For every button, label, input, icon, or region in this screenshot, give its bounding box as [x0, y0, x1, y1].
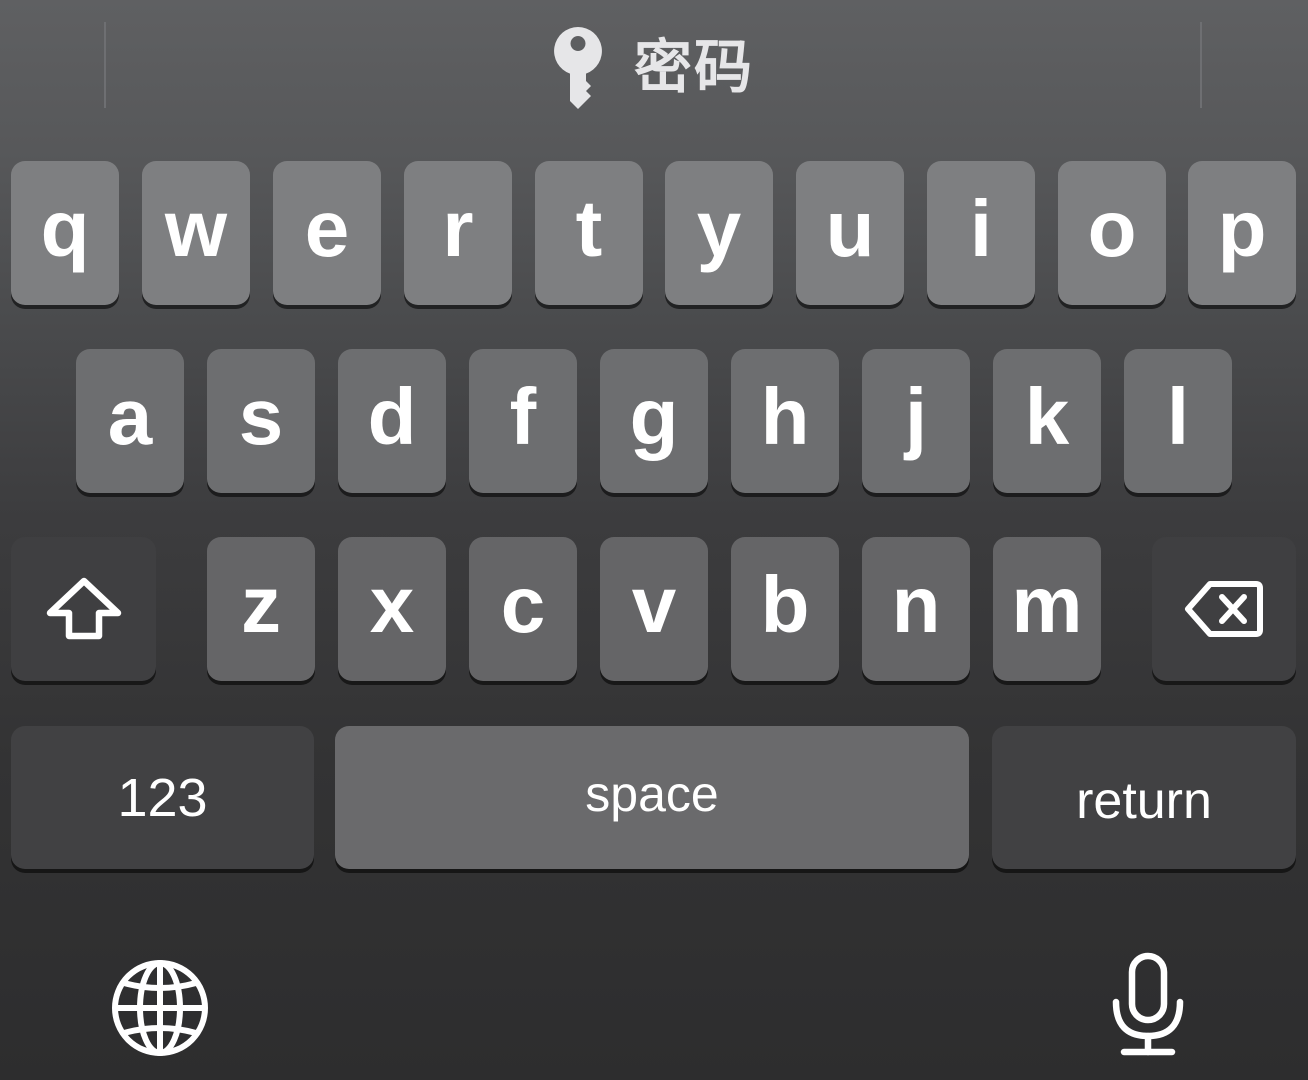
key-d[interactable]: d [338, 349, 446, 493]
microphone-icon[interactable] [1108, 952, 1188, 1058]
key-a[interactable]: a [76, 349, 184, 493]
keyboard: 密码 q w e r t y u i o p a s d f g h j k l… [0, 0, 1308, 1080]
key-l[interactable]: l [1124, 349, 1232, 493]
key-t[interactable]: t [535, 161, 643, 305]
key-s[interactable]: s [207, 349, 315, 493]
key-w[interactable]: w [142, 161, 250, 305]
key-c[interactable]: c [469, 537, 577, 681]
key-z[interactable]: z [207, 537, 315, 681]
key-r[interactable]: r [404, 161, 512, 305]
key-q[interactable]: q [11, 161, 119, 305]
suggestion-bar: 密码 [0, 0, 1308, 130]
key-j[interactable]: j [862, 349, 970, 493]
key-v[interactable]: v [600, 537, 708, 681]
key-i[interactable]: i [927, 161, 1035, 305]
backspace-key[interactable] [1152, 537, 1296, 681]
key-p[interactable]: p [1188, 161, 1296, 305]
key-h[interactable]: h [731, 349, 839, 493]
key-u[interactable]: u [796, 161, 904, 305]
suggestion-divider-right [1200, 22, 1202, 108]
return-key[interactable]: return [992, 726, 1296, 869]
key-icon [552, 25, 604, 109]
key-g[interactable]: g [600, 349, 708, 493]
key-m[interactable]: m [993, 537, 1101, 681]
delete-icon [1185, 581, 1263, 637]
globe-icon[interactable] [110, 958, 210, 1058]
key-y[interactable]: y [665, 161, 773, 305]
password-suggestion[interactable]: 密码 [552, 22, 754, 112]
key-o[interactable]: o [1058, 161, 1166, 305]
key-x[interactable]: x [338, 537, 446, 681]
shift-arrow-icon [46, 577, 121, 640]
key-k[interactable]: k [993, 349, 1101, 493]
numbers-key[interactable]: 123 [11, 726, 314, 869]
space-key[interactable]: space [335, 726, 969, 869]
key-n[interactable]: n [862, 537, 970, 681]
key-e[interactable]: e [273, 161, 381, 305]
key-b[interactable]: b [731, 537, 839, 681]
password-suggestion-label: 密码 [634, 33, 755, 101]
suggestion-divider-left [104, 22, 106, 108]
shift-key[interactable] [11, 537, 156, 681]
key-f[interactable]: f [469, 349, 577, 493]
